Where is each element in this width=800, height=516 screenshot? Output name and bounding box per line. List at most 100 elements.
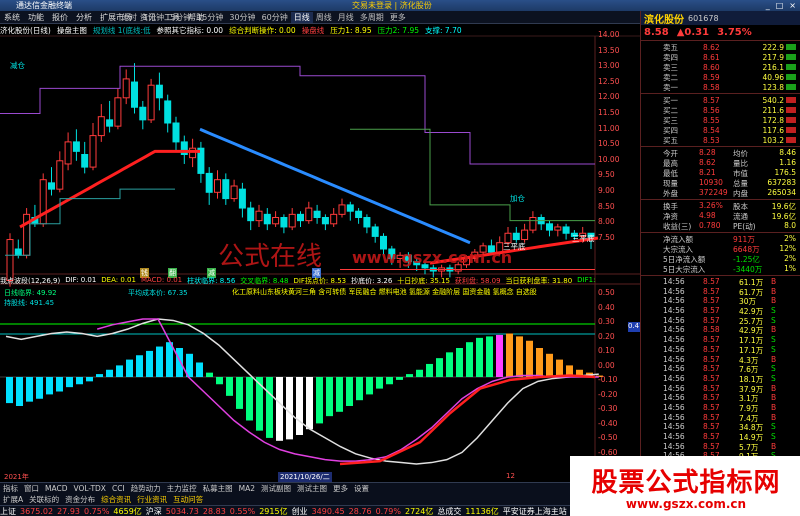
tab-industry[interactable]: 行业资讯 <box>134 494 170 505</box>
maximize-button[interactable]: □ <box>776 1 784 10</box>
candle[interactable] <box>280 217 288 228</box>
candle[interactable] <box>89 135 97 168</box>
tab-related[interactable]: 关联标的 <box>26 494 62 505</box>
tab-ext[interactable]: 扩展A <box>0 494 26 505</box>
candle[interactable] <box>355 210 363 218</box>
candle[interactable] <box>363 217 371 228</box>
ask-row[interactable]: 卖三 8.60 216.1 <box>641 62 800 72</box>
candle[interactable] <box>48 182 55 190</box>
candle[interactable] <box>147 84 155 121</box>
tab-indicator[interactable]: 指标 <box>0 483 21 493</box>
tab-qa[interactable]: 互动问答 <box>170 494 206 505</box>
ask-row[interactable]: 卖一 8.58 123.8 <box>641 82 800 92</box>
candle[interactable] <box>139 106 147 121</box>
ask-row[interactable]: 卖四 8.61 217.9 <box>641 52 800 62</box>
candle[interactable] <box>131 81 138 108</box>
candle[interactable] <box>330 213 338 225</box>
tab-multi[interactable]: 多周期 <box>357 12 387 23</box>
candle[interactable] <box>205 172 213 193</box>
tab-cci[interactable]: CCI <box>109 484 128 493</box>
tab-macd[interactable]: MACD <box>42 484 70 493</box>
candle[interactable] <box>346 204 354 212</box>
candle[interactable] <box>122 78 130 99</box>
candle[interactable] <box>97 116 105 137</box>
indicator-name[interactable]: 操盘主图 <box>57 25 87 36</box>
bid-row[interactable]: 买三 8.55 172.8 <box>641 115 800 125</box>
tab-60min[interactable]: 60分钟 <box>259 12 291 23</box>
tab-5min[interactable]: 5分钟 <box>167 12 194 23</box>
tab-timeshare[interactable]: 分时 <box>118 12 140 23</box>
bid-row[interactable]: 买四 8.54 117.6 <box>641 125 800 135</box>
candle[interactable] <box>272 217 280 225</box>
tab-1min[interactable]: 1分钟 <box>140 12 167 23</box>
ask-row[interactable]: 卖五 8.62 222.9 <box>641 42 800 52</box>
candle[interactable] <box>512 232 520 241</box>
minimize-button[interactable]: _ <box>766 1 770 10</box>
candle[interactable] <box>214 179 221 193</box>
candle[interactable] <box>288 213 296 228</box>
candle[interactable] <box>72 141 80 152</box>
candle[interactable] <box>297 213 304 222</box>
candle[interactable] <box>189 147 197 159</box>
candle[interactable] <box>172 122 180 143</box>
candle[interactable] <box>263 213 271 225</box>
watermark: 公式在线 <box>218 242 323 272</box>
candle[interactable] <box>14 248 22 256</box>
candle[interactable] <box>529 217 537 231</box>
candle[interactable] <box>106 119 114 127</box>
candle[interactable] <box>155 84 163 99</box>
candle[interactable] <box>546 223 553 231</box>
tab-more[interactable]: 更多 <box>330 483 351 493</box>
candle[interactable] <box>371 226 379 237</box>
tick-side: B <box>771 393 777 403</box>
candle[interactable] <box>305 207 313 222</box>
candle[interactable] <box>321 217 329 225</box>
candle[interactable] <box>247 207 255 222</box>
tab-trend[interactable]: 趋势动力 <box>128 483 164 493</box>
candle[interactable] <box>64 141 72 165</box>
candle[interactable] <box>338 204 346 215</box>
bid-row[interactable]: 买五 8.53 103.2 <box>641 135 800 145</box>
bid-row[interactable]: 买二 8.56 211.6 <box>641 105 800 115</box>
tab-funds[interactable]: 资金分布 <box>62 494 98 505</box>
candle[interactable] <box>39 179 47 225</box>
tab-settings[interactable]: 设置 <box>351 483 372 493</box>
candle[interactable] <box>238 188 246 209</box>
tab-more[interactable]: 更多 <box>387 12 409 23</box>
tab-15min[interactable]: 15分钟 <box>194 12 226 23</box>
tab-private-main[interactable]: 私募主图 <box>200 483 236 493</box>
tab-main-monitor[interactable]: 主力监控 <box>164 483 200 493</box>
tick-price: 8.57 <box>703 432 720 441</box>
candle[interactable] <box>230 185 238 200</box>
candle[interactable] <box>222 179 230 200</box>
candle[interactable] <box>554 226 562 231</box>
tab-vol[interactable]: VOL-TDX <box>70 484 108 493</box>
candle[interactable] <box>114 97 122 127</box>
close-button[interactable]: × <box>789 1 796 10</box>
candle[interactable] <box>6 239 14 282</box>
candle[interactable] <box>313 210 321 218</box>
tab-test-main[interactable]: 测试主图 <box>294 483 330 493</box>
macd-histogram-bar <box>126 359 133 377</box>
ask-row[interactable]: 卖二 8.59 40.96 <box>641 72 800 82</box>
tab-window[interactable]: 窗口 <box>21 483 42 493</box>
candle[interactable] <box>81 154 89 168</box>
candle[interactable] <box>521 229 529 241</box>
bid-row[interactable]: 买一 8.57 540.2 <box>641 95 800 105</box>
tab-test-sub[interactable]: 测试副图 <box>258 483 294 493</box>
candle[interactable] <box>562 226 570 234</box>
candle[interactable] <box>255 210 263 222</box>
tab-30min[interactable]: 30分钟 <box>226 12 258 23</box>
tab-daily[interactable]: 日线 <box>290 12 313 23</box>
tab-monthly[interactable]: 月线 <box>335 12 357 23</box>
level-bar <box>786 97 796 103</box>
candle[interactable] <box>56 160 64 190</box>
candle[interactable] <box>164 100 172 124</box>
legend-item: 压力1: 8.95 <box>330 26 372 35</box>
tab-news[interactable]: 综合资讯 <box>98 494 134 505</box>
login-status[interactable]: 交易未登录 | 济化股份 <box>352 0 432 11</box>
tab-ma2[interactable]: MA2 <box>236 484 258 493</box>
tab-weekly[interactable]: 周线 <box>313 12 335 23</box>
sub-indicator-title[interactable]: 我点波段(12,26,9) <box>0 276 60 286</box>
tick-side: B <box>771 402 777 412</box>
